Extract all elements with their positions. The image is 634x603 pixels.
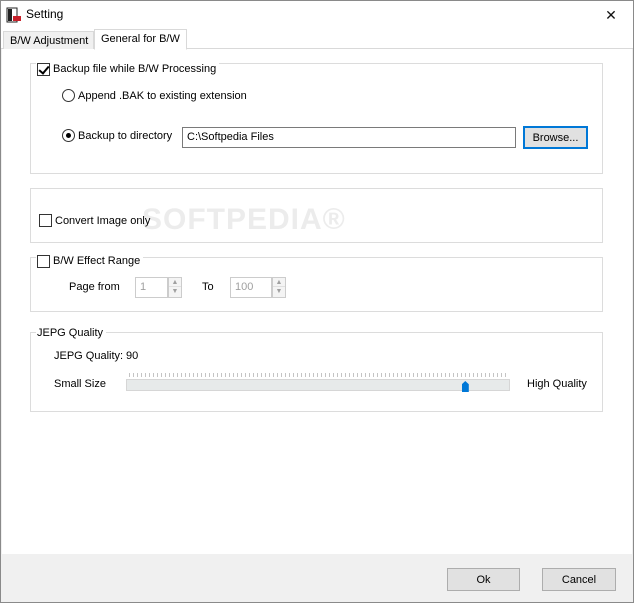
page-from-label: Page from: [69, 281, 120, 293]
page-to-input[interactable]: 100: [230, 277, 272, 298]
backup-directory-label: Backup to directory: [78, 129, 173, 142]
append-bak-radio[interactable]: Append .BAK to existing extension: [62, 89, 247, 102]
high-quality-label: High Quality: [527, 378, 587, 390]
to-label: To: [202, 281, 214, 293]
effect-range-checkbox[interactable]: B/W Effect Range: [36, 254, 144, 268]
convert-image-checkbox[interactable]: Convert Image only: [39, 214, 150, 227]
convert-image-label: Convert Image only: [55, 214, 151, 227]
title-bar: Setting ✕: [1, 1, 633, 29]
page-from-input[interactable]: 1: [135, 277, 168, 298]
tab-bw-adjustment[interactable]: B/W Adjustment: [3, 31, 94, 49]
effect-range-label: B/W Effect Range: [53, 255, 141, 267]
jpeg-quality-slider[interactable]: [126, 379, 510, 391]
backup-group: [30, 63, 603, 174]
tab-label: General for B/W: [101, 33, 180, 45]
effect-range-checkbox-box[interactable]: [37, 254, 50, 268]
close-icon: ✕: [605, 6, 617, 23]
small-size-label: Small Size: [54, 378, 106, 390]
jpeg-quality-label: JEPG Quality:: [54, 350, 124, 362]
dialog-footer: Ok Cancel: [1, 554, 633, 602]
backup-checkbox-label: Backup file while B/W Processing: [53, 63, 217, 75]
backup-directory-input[interactable]: C:\Softpedia Files: [182, 127, 516, 148]
spin-up-icon[interactable]: ▲: [169, 278, 181, 287]
tab-strip: B/W Adjustment General for B/W: [1, 29, 633, 50]
jpeg-quality-value: 90: [126, 350, 139, 362]
cancel-button[interactable]: Cancel: [542, 568, 616, 591]
window-title: Setting: [26, 7, 64, 21]
spin-up-icon[interactable]: ▲: [273, 278, 285, 287]
close-button[interactable]: ✕: [589, 1, 633, 29]
append-bak-label: Append .BAK to existing extension: [78, 89, 247, 102]
settings-window: Setting ✕ B/W Adjustment General for B/W…: [0, 0, 634, 603]
page-to-spinner[interactable]: ▲ ▼: [272, 277, 286, 298]
softpedia-watermark: SOFTPEDIA®: [142, 203, 346, 236]
backup-directory-radio-circle[interactable]: [62, 129, 75, 142]
jpeg-quality-group-title: JEPG Quality: [36, 326, 107, 340]
slider-ticks: [129, 373, 507, 377]
cancel-button-label: Cancel: [561, 573, 597, 586]
spin-down-icon[interactable]: ▼: [273, 287, 285, 296]
ok-button[interactable]: Ok: [447, 568, 520, 591]
browse-button-label: Browse...: [532, 131, 579, 144]
tab-label: B/W Adjustment: [10, 35, 89, 47]
backup-directory-radio[interactable]: Backup to directory: [62, 129, 172, 142]
tab-general-for-bw[interactable]: General for B/W: [94, 29, 187, 50]
jpeg-quality-group: [30, 332, 603, 412]
spin-down-icon[interactable]: ▼: [169, 287, 181, 296]
ok-button-label: Ok: [476, 573, 491, 586]
browse-button[interactable]: Browse...: [523, 126, 588, 149]
app-icon: [6, 7, 22, 23]
tab-panel: Backup file while B/W Processing Append …: [2, 49, 632, 554]
page-from-spinner[interactable]: ▲ ▼: [168, 277, 182, 298]
backup-checkbox[interactable]: Backup file while B/W Processing: [36, 62, 220, 76]
backup-checkbox-box[interactable]: [37, 62, 50, 76]
convert-image-checkbox-box[interactable]: [39, 214, 52, 227]
append-bak-radio-circle[interactable]: [62, 89, 75, 102]
